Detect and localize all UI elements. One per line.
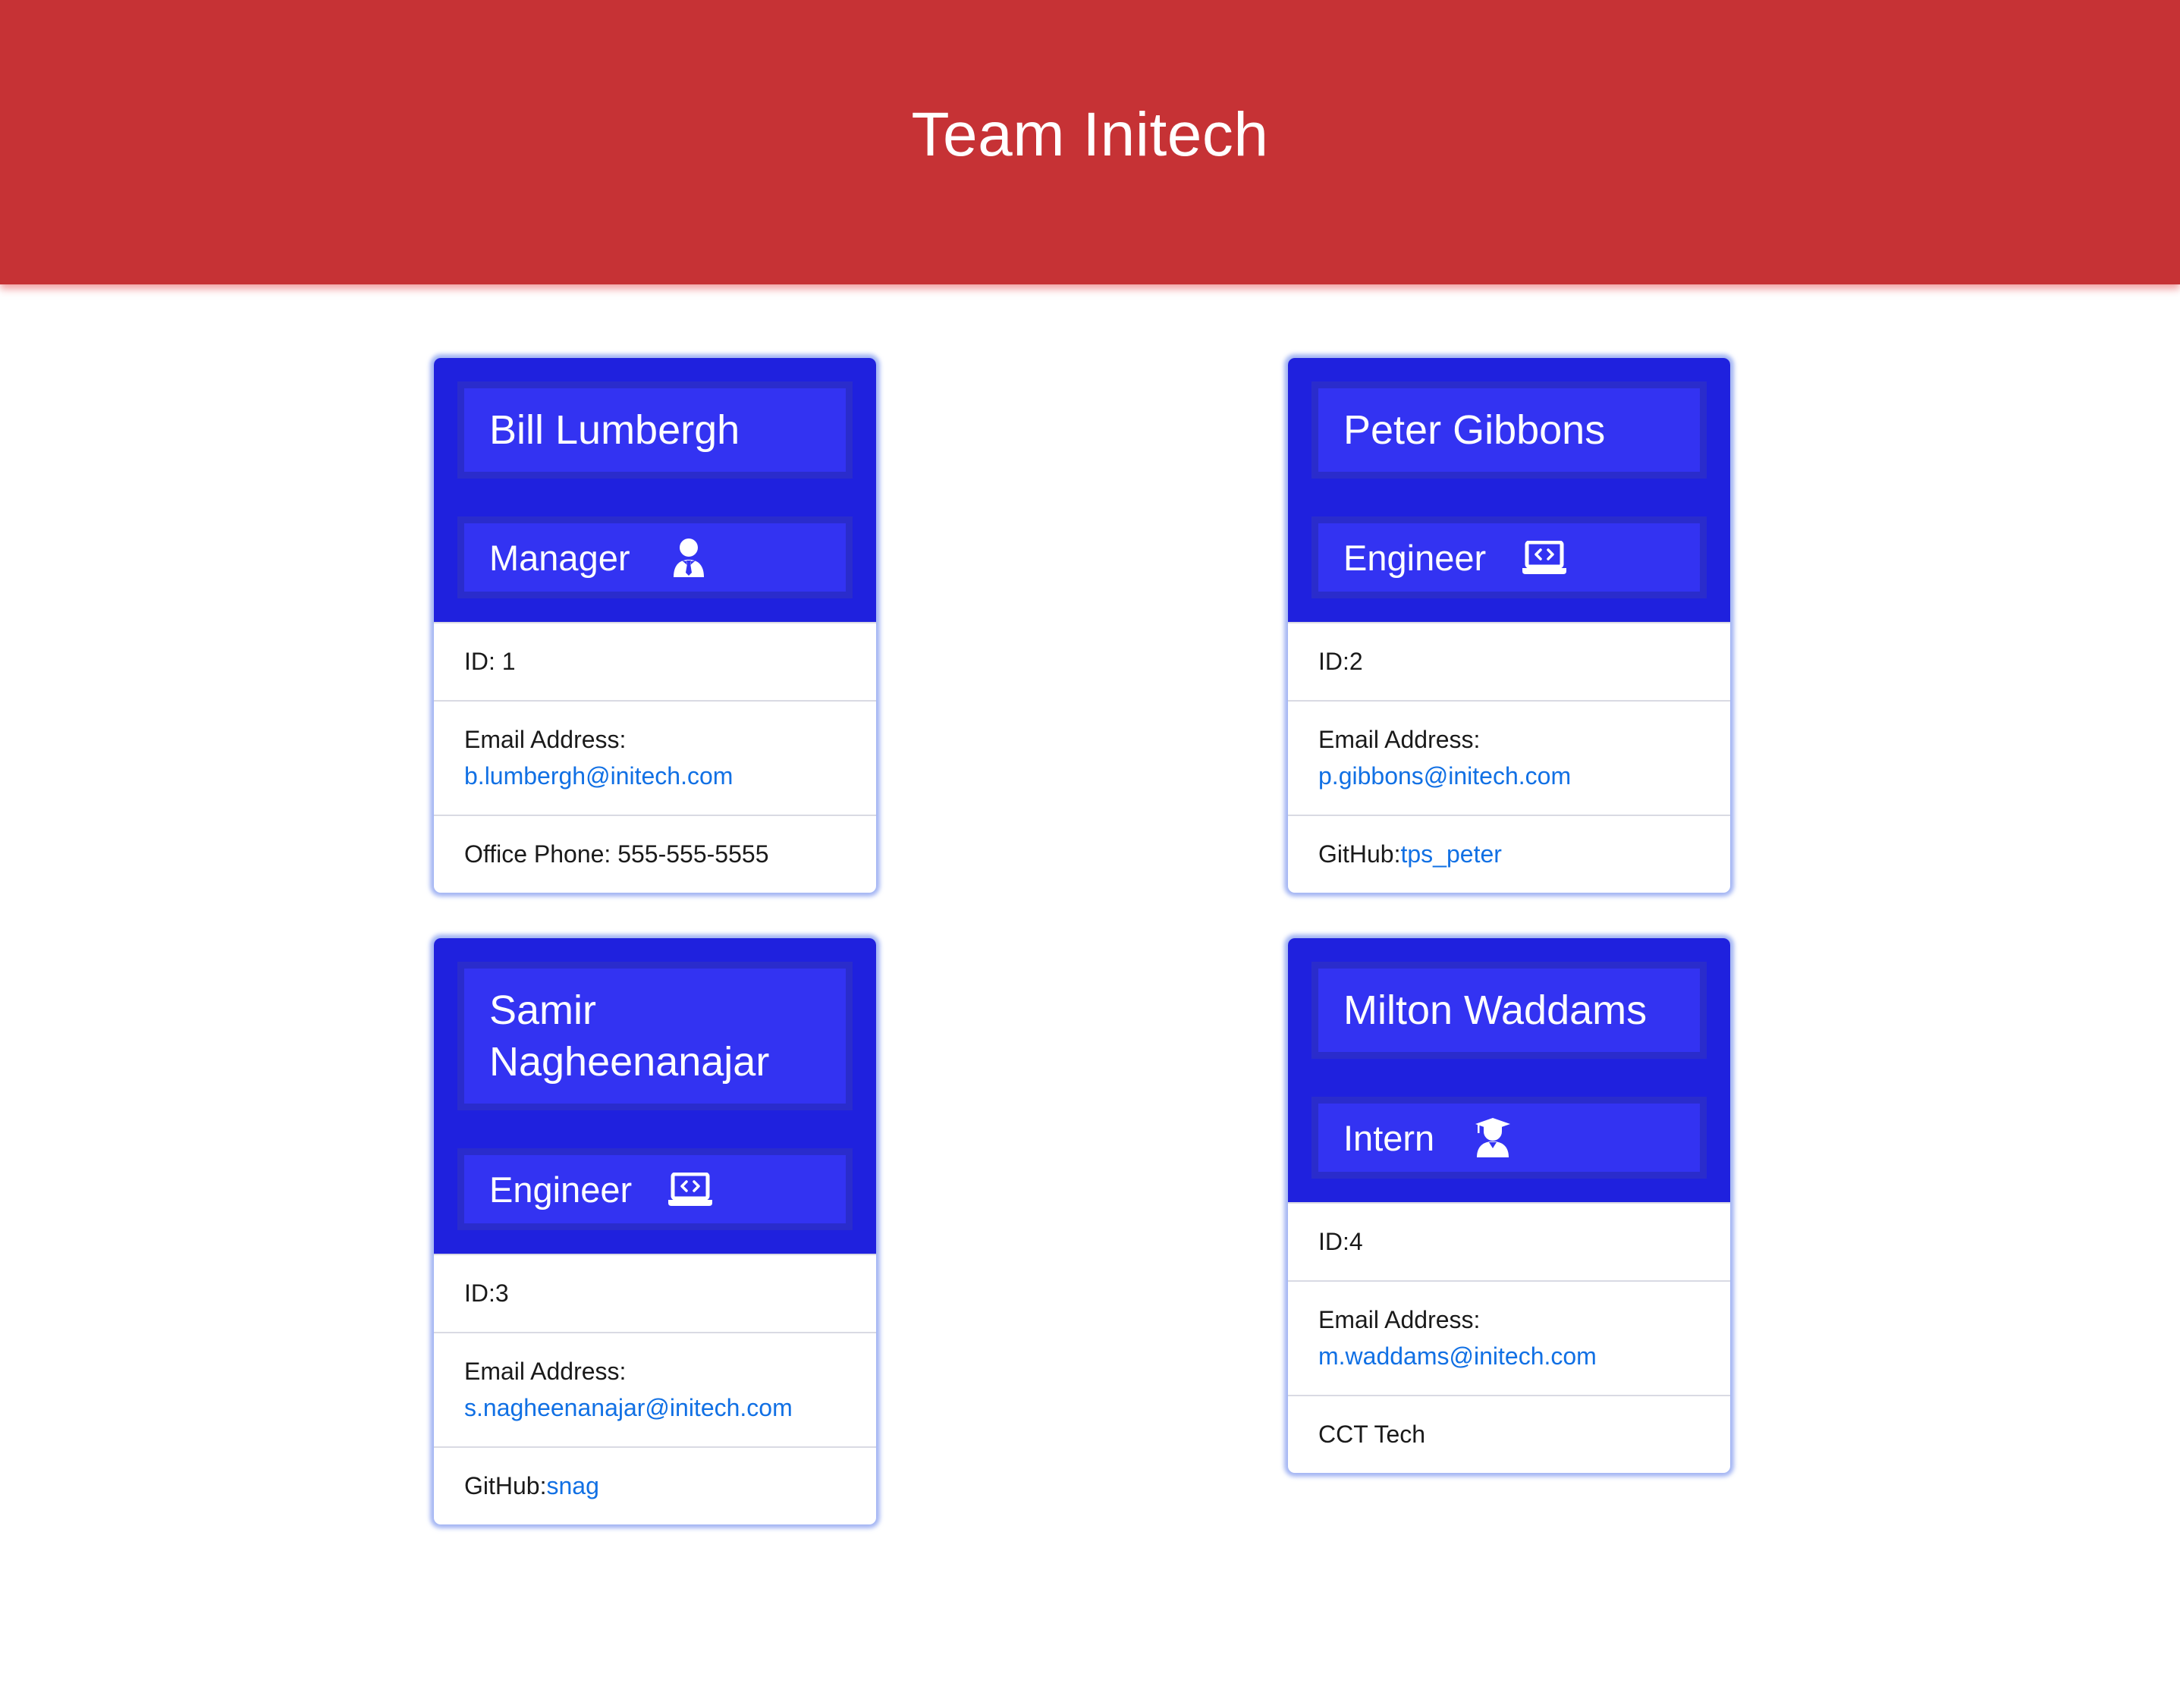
employee-id: ID: 1 <box>434 622 876 700</box>
employee-card-engineer: Samir Nagheenanajar Engineer ID:3 Email … <box>434 938 876 1524</box>
employee-name: Samir Nagheenanajar <box>457 962 853 1110</box>
email-link[interactable]: s.nagheenanajar@initech.com <box>464 1394 793 1421</box>
email-link[interactable]: m.waddams@initech.com <box>1318 1342 1597 1370</box>
card-header: Milton Waddams Intern <box>1288 938 1730 1202</box>
employee-email-row: Email Address: m.waddams@initech.com <box>1288 1280 1730 1395</box>
card-header: Samir Nagheenanajar Engineer <box>434 938 876 1254</box>
employee-email-row: Email Address: b.lumbergh@initech.com <box>434 700 876 815</box>
employee-role: Intern <box>1311 1097 1707 1179</box>
user-tie-icon <box>667 535 711 579</box>
employee-role: Engineer <box>457 1148 853 1230</box>
github-label: GitHub: <box>1318 840 1401 868</box>
email-link[interactable]: b.lumbergh@initech.com <box>464 762 733 790</box>
employee-card-intern: Milton Waddams Intern ID:4 Email Address… <box>1288 938 1730 1473</box>
employee-name: Peter Gibbons <box>1311 381 1707 479</box>
card-header: Peter Gibbons Engineer <box>1288 358 1730 622</box>
github-row: GitHub:snag <box>434 1446 876 1524</box>
card-header: Bill Lumbergh Manager <box>434 358 876 622</box>
email-label: Email Address: <box>464 726 627 753</box>
user-graduate-icon <box>1471 1116 1515 1160</box>
laptop-code-icon <box>1522 535 1567 579</box>
employee-role: Engineer <box>1311 516 1707 598</box>
github-label: GitHub: <box>464 1472 547 1499</box>
github-row: GitHub:tps_peter <box>1288 815 1730 893</box>
employee-id: ID:3 <box>434 1254 876 1332</box>
role-label: Intern <box>1343 1117 1435 1158</box>
email-link[interactable]: p.gibbons@initech.com <box>1318 762 1571 790</box>
github-link[interactable]: snag <box>546 1472 598 1499</box>
email-label: Email Address: <box>1318 1306 1481 1333</box>
employee-card-manager: Bill Lumbergh Manager ID: 1 Email Addres… <box>434 358 876 893</box>
employee-email-row: Email Address: s.nagheenanajar@initech.c… <box>434 1332 876 1446</box>
page-title: Team Initech <box>911 99 1269 169</box>
employee-name: Bill Lumbergh <box>457 381 853 479</box>
employee-id: ID:4 <box>1288 1202 1730 1280</box>
email-label: Email Address: <box>464 1358 627 1385</box>
employee-card-engineer: Peter Gibbons Engineer ID:2 Email Addres… <box>1288 358 1730 893</box>
email-label: Email Address: <box>1318 726 1481 753</box>
employee-id: ID:2 <box>1288 622 1730 700</box>
page-header: Team Initech <box>0 0 2180 284</box>
role-label: Manager <box>489 537 630 578</box>
role-label: Engineer <box>1343 537 1487 578</box>
employee-name: Milton Waddams <box>1311 962 1707 1059</box>
office-phone: Office Phone: 555-555-5555 <box>434 815 876 893</box>
role-label: Engineer <box>489 1169 633 1210</box>
employee-role: Manager <box>457 516 853 598</box>
school-row: CCT Tech <box>1288 1395 1730 1473</box>
laptop-code-icon <box>668 1167 713 1211</box>
github-link[interactable]: tps_peter <box>1400 840 1501 868</box>
employee-email-row: Email Address: p.gibbons@initech.com <box>1288 700 1730 815</box>
